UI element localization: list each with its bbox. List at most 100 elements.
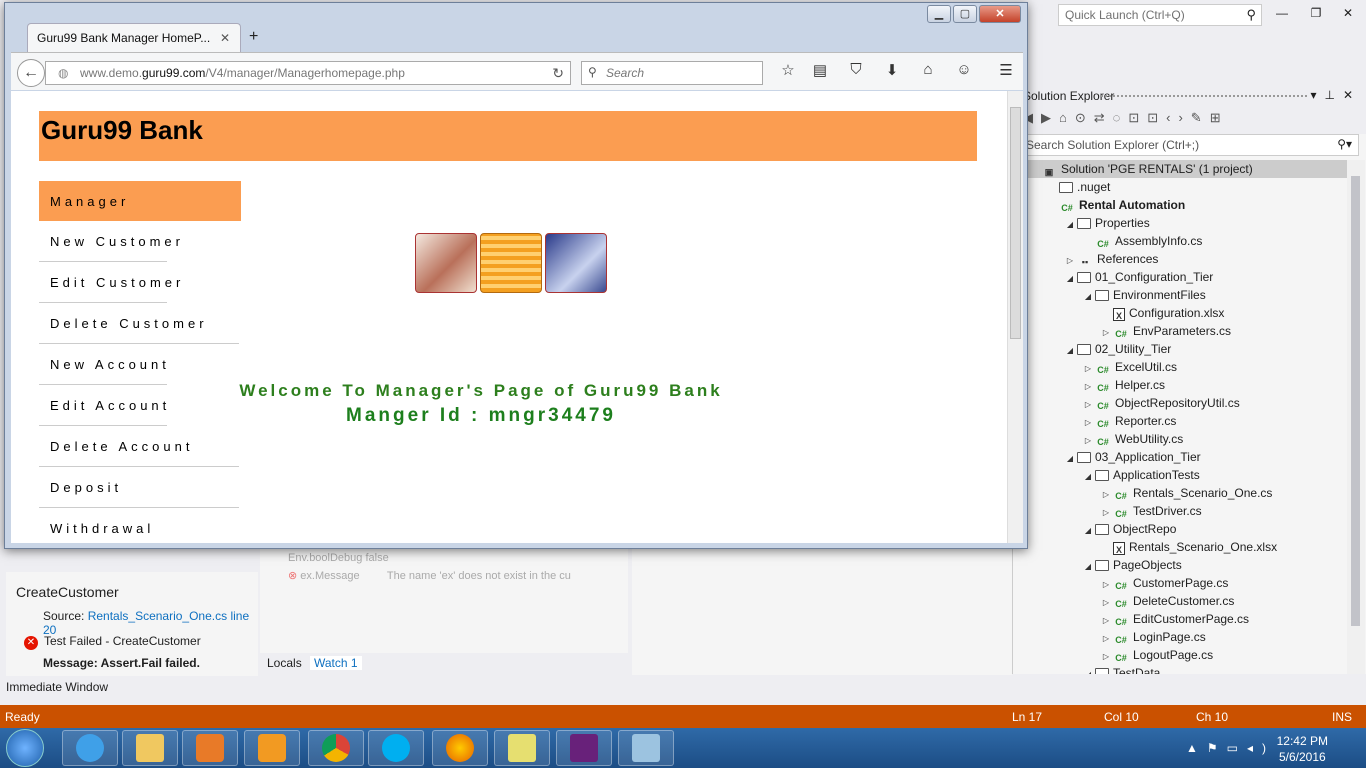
menu-item-deposit[interactable]: Deposit bbox=[39, 467, 241, 508]
tree-item[interactable]: ◢ ApplicationTests bbox=[1013, 466, 1347, 484]
solution-explorer-search-input[interactable]: Search Solution Explorer (Ctrl+;) ⚲▾ bbox=[1019, 134, 1359, 156]
browser-tab[interactable]: Guru99 Bank Manager HomeP... ✕ bbox=[27, 23, 241, 53]
quick-launch-input[interactable]: Quick Launch (Ctrl+Q) ⚲ bbox=[1058, 4, 1262, 26]
tree-item[interactable]: ▷ C# TestDriver.cs bbox=[1013, 502, 1347, 520]
test-source: Source: Rentals_Scenario_One.cs line 20 bbox=[43, 609, 258, 637]
firefox-window: ▁ ▢ ✕ Guru99 Bank Manager HomeP... ✕ + ◍… bbox=[4, 2, 1028, 549]
ie-taskbar-icon[interactable] bbox=[62, 730, 118, 766]
tree-item[interactable]: ◢ 02_Utility_Tier bbox=[1013, 340, 1347, 358]
menu-item-new-account[interactable]: New Account bbox=[39, 344, 241, 385]
tree-item[interactable]: ◢ PageObjects bbox=[1013, 556, 1347, 574]
start-button[interactable] bbox=[6, 729, 44, 767]
explorer-taskbar-icon[interactable] bbox=[122, 730, 178, 766]
menu-item-withdrawal[interactable]: Withdrawal bbox=[39, 508, 241, 543]
outlook-taskbar-icon[interactable] bbox=[244, 730, 300, 766]
url-prefix: www.demo. bbox=[80, 66, 143, 80]
skype-taskbar-icon[interactable] bbox=[368, 730, 424, 766]
search-input[interactable]: ⚲ Search bbox=[581, 61, 763, 85]
menu-item-delete-account[interactable]: Delete Account bbox=[39, 426, 241, 467]
error-icon: ✕ bbox=[24, 636, 38, 650]
page-scrollbar[interactable] bbox=[1007, 91, 1023, 543]
menu-item-edit-customer[interactable]: Edit Customer bbox=[39, 262, 241, 303]
pane-controls[interactable]: ▾⊥✕ bbox=[1310, 88, 1361, 102]
status-bar: Ready Ln 17 Col 10 Ch 10 INS bbox=[0, 705, 1366, 728]
tree-item[interactable]: ◢ 03_Application_Tier bbox=[1013, 448, 1347, 466]
watch-row[interactable]: ⊗ ex.Message The name 'ex' does not exis… bbox=[288, 569, 571, 582]
reload-icon[interactable]: ↻ bbox=[552, 65, 564, 82]
tree-item[interactable]: ◢ ObjectRepo bbox=[1013, 520, 1347, 538]
url-bar[interactable]: ◍ www.demo.guru99.com/V4/manager/Manager… bbox=[45, 61, 571, 85]
expander-icon[interactable]: ◢ bbox=[1081, 666, 1095, 674]
tree-item[interactable]: ▷ C# Helper.cs bbox=[1013, 376, 1347, 394]
watch-row[interactable]: Env.boolDebug false bbox=[288, 552, 389, 564]
media-taskbar-icon[interactable] bbox=[182, 730, 238, 766]
home-icon[interactable]: ⌂ bbox=[917, 61, 939, 83]
tree-item[interactable]: X Configuration.xlsx bbox=[1013, 304, 1347, 322]
new-tab-button[interactable]: + bbox=[249, 28, 258, 46]
download-icon[interactable]: ⬇ bbox=[881, 61, 903, 83]
tree-item[interactable]: C# Rental Automation bbox=[1013, 196, 1347, 214]
tree-item[interactable]: ▷ C# EditCustomerPage.cs bbox=[1013, 610, 1347, 628]
tree-item[interactable]: .nuget bbox=[1013, 178, 1347, 196]
tree-item[interactable]: ▷ C# LogoutPage.cs bbox=[1013, 646, 1347, 664]
menu-item-label: Delete Customer bbox=[50, 316, 208, 331]
xl-icon: X bbox=[1113, 308, 1125, 321]
system-tray[interactable]: ▲⚑▭◂) bbox=[1186, 741, 1275, 755]
bookmark-star-icon[interactable]: ☆ bbox=[777, 61, 799, 83]
tree-item[interactable]: ◢ Properties bbox=[1013, 214, 1347, 232]
status-column: Col 10 bbox=[1104, 710, 1139, 724]
tree-item[interactable]: ▷ C# Reporter.cs bbox=[1013, 412, 1347, 430]
notes-taskbar-icon[interactable] bbox=[494, 730, 550, 766]
restore-button[interactable]: ❐ bbox=[1306, 6, 1326, 24]
menu-item-delete-customer[interactable]: Delete Customer bbox=[39, 303, 241, 344]
firefox-minimize-button[interactable]: ▁ bbox=[927, 5, 951, 23]
tree-item[interactable]: ▷ C# CustomerPage.cs bbox=[1013, 574, 1347, 592]
app-taskbar-icon[interactable] bbox=[618, 730, 674, 766]
firefox-taskbar-icon[interactable] bbox=[432, 730, 488, 766]
tab-watch-1[interactable]: Watch 1 bbox=[310, 656, 362, 670]
menu-item-edit-account[interactable]: Edit Account bbox=[39, 385, 241, 426]
solution-explorer-scrollbar[interactable] bbox=[1347, 160, 1365, 674]
tree-item[interactable]: ▷ C# EnvParameters.cs bbox=[1013, 322, 1347, 340]
tree-item[interactable]: ▷ C# DeleteCustomer.cs bbox=[1013, 592, 1347, 610]
pocket-icon[interactable]: ⛉ bbox=[845, 61, 867, 83]
chrome-taskbar-icon[interactable] bbox=[308, 730, 364, 766]
tree-item[interactable]: ▷ C# ObjectRepositoryUtil.cs bbox=[1013, 394, 1347, 412]
menu-item-new-customer[interactable]: New Customer bbox=[39, 221, 241, 262]
solution-explorer-search-placeholder: Search Solution Explorer (Ctrl+;) bbox=[1026, 138, 1200, 152]
firefox-maximize-button[interactable]: ▢ bbox=[953, 5, 977, 23]
close-button[interactable]: ✕ bbox=[1338, 6, 1358, 24]
solution-explorer-toolbar[interactable]: ◀▶⌂⊙⇄◌⊡⊡‹›✎⊞ bbox=[1013, 106, 1366, 134]
folder-icon bbox=[1095, 560, 1109, 571]
url-domain: guru99.com bbox=[142, 66, 206, 80]
tab-locals[interactable]: Locals bbox=[267, 656, 302, 670]
tree-item-label: PageObjects bbox=[1113, 558, 1182, 572]
tree-item[interactable]: C# AssemblyInfo.cs bbox=[1013, 232, 1347, 250]
clock[interactable]: 12:42 PM 5/6/2016 bbox=[1277, 733, 1328, 765]
tree-item[interactable]: ▷ C# LoginPage.cs bbox=[1013, 628, 1347, 646]
tree-item[interactable]: ◢ EnvironmentFiles bbox=[1013, 286, 1347, 304]
minimize-button[interactable]: — bbox=[1272, 6, 1292, 24]
tree-item[interactable]: X Rentals_Scenario_One.xlsx bbox=[1013, 538, 1347, 556]
tree-item[interactable]: ◢ TestData bbox=[1013, 664, 1347, 674]
tree-item-label: WebUtility.cs bbox=[1115, 432, 1184, 446]
close-icon[interactable]: ✕ bbox=[220, 31, 230, 45]
error-icon: ⊗ bbox=[288, 570, 298, 582]
visual-studio-taskbar-icon[interactable] bbox=[556, 730, 612, 766]
firefox-close-button[interactable]: ✕ bbox=[979, 5, 1021, 23]
tree-item[interactable]: ◢ 01_Configuration_Tier bbox=[1013, 268, 1347, 286]
menu-item-label: New Account bbox=[50, 357, 170, 372]
tree-item-label: TestData bbox=[1113, 666, 1161, 674]
tree-item[interactable]: ▣ Solution 'PGE RENTALS' (1 project) bbox=[1013, 160, 1347, 178]
tree-item[interactable]: ▷ C# ExcelUtil.cs bbox=[1013, 358, 1347, 376]
status-line: Ln 17 bbox=[1012, 710, 1043, 724]
chat-icon[interactable]: ☺ bbox=[953, 61, 975, 83]
tree-item[interactable]: ▷ C# Rentals_Scenario_One.cs bbox=[1013, 484, 1347, 502]
menu-item-manager[interactable]: Manager bbox=[39, 181, 241, 221]
tree-item[interactable]: ▷ C# WebUtility.cs bbox=[1013, 430, 1347, 448]
immediate-window-tab[interactable]: Immediate Window bbox=[0, 678, 300, 698]
back-button[interactable]: ← bbox=[17, 59, 45, 87]
reading-list-icon[interactable]: ▤ bbox=[809, 61, 831, 83]
menu-icon[interactable]: ☰ bbox=[995, 61, 1017, 83]
tree-item[interactable]: ▷ ▪▪ References bbox=[1013, 250, 1347, 268]
